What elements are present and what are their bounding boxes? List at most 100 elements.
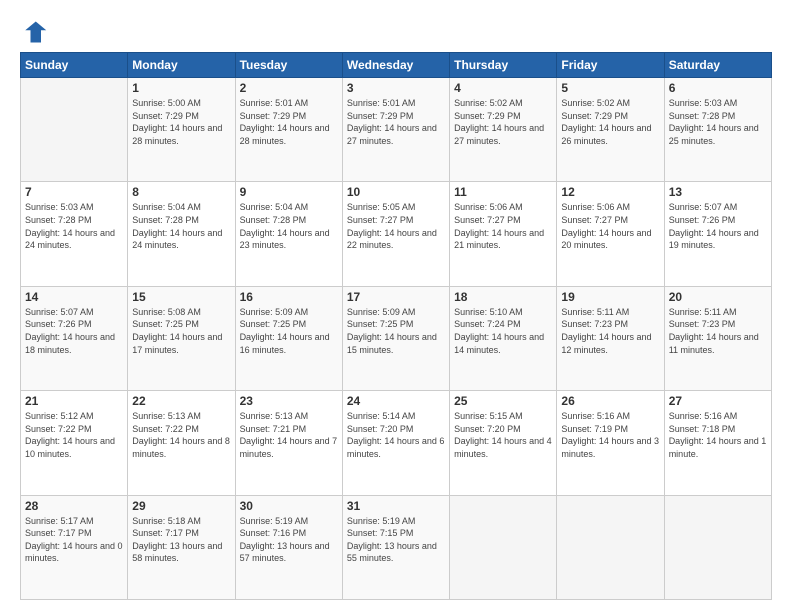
day-header-monday: Monday bbox=[128, 53, 235, 78]
calendar-cell: 16 Sunrise: 5:09 AMSunset: 7:25 PMDayligh… bbox=[235, 286, 342, 390]
day-info: Sunrise: 5:00 AMSunset: 7:29 PMDaylight:… bbox=[132, 97, 230, 147]
day-number: 31 bbox=[347, 499, 445, 513]
day-info: Sunrise: 5:03 AMSunset: 7:28 PMDaylight:… bbox=[669, 97, 767, 147]
calendar-cell bbox=[450, 495, 557, 599]
day-info: Sunrise: 5:13 AMSunset: 7:21 PMDaylight:… bbox=[240, 410, 338, 460]
day-info: Sunrise: 5:16 AMSunset: 7:19 PMDaylight:… bbox=[561, 410, 659, 460]
day-number: 1 bbox=[132, 81, 230, 95]
day-number: 28 bbox=[25, 499, 123, 513]
day-info: Sunrise: 5:08 AMSunset: 7:25 PMDaylight:… bbox=[132, 306, 230, 356]
day-info: Sunrise: 5:04 AMSunset: 7:28 PMDaylight:… bbox=[132, 201, 230, 251]
day-header-saturday: Saturday bbox=[664, 53, 771, 78]
day-info: Sunrise: 5:03 AMSunset: 7:28 PMDaylight:… bbox=[25, 201, 123, 251]
calendar-cell: 12 Sunrise: 5:06 AMSunset: 7:27 PMDayligh… bbox=[557, 182, 664, 286]
day-info: Sunrise: 5:09 AMSunset: 7:25 PMDaylight:… bbox=[347, 306, 445, 356]
calendar-week-1: 7 Sunrise: 5:03 AMSunset: 7:28 PMDaylight… bbox=[21, 182, 772, 286]
day-number: 7 bbox=[25, 185, 123, 199]
calendar-cell: 27 Sunrise: 5:16 AMSunset: 7:18 PMDayligh… bbox=[664, 391, 771, 495]
calendar-cell: 7 Sunrise: 5:03 AMSunset: 7:28 PMDaylight… bbox=[21, 182, 128, 286]
calendar-cell: 30 Sunrise: 5:19 AMSunset: 7:16 PMDayligh… bbox=[235, 495, 342, 599]
day-info: Sunrise: 5:18 AMSunset: 7:17 PMDaylight:… bbox=[132, 515, 230, 565]
calendar-cell: 18Sunrise: 5:10 AMSunset: 7:24 PMDayligh… bbox=[450, 286, 557, 390]
day-info: Sunrise: 5:11 AMSunset: 7:23 PMDaylight:… bbox=[669, 306, 767, 356]
calendar-cell bbox=[21, 78, 128, 182]
calendar-cell: 2 Sunrise: 5:01 AMSunset: 7:29 PMDaylight… bbox=[235, 78, 342, 182]
calendar-cell bbox=[557, 495, 664, 599]
day-number: 4 bbox=[454, 81, 552, 95]
day-number: 14 bbox=[25, 290, 123, 304]
calendar-header-row: SundayMondayTuesdayWednesdayThursdayFrid… bbox=[21, 53, 772, 78]
day-info: Sunrise: 5:09 AMSunset: 7:25 PMDaylight:… bbox=[240, 306, 338, 356]
day-number: 30 bbox=[240, 499, 338, 513]
calendar-week-4: 28Sunrise: 5:17 AMSunset: 7:17 PMDayligh… bbox=[21, 495, 772, 599]
calendar-cell: 22 Sunrise: 5:13 AMSunset: 7:22 PMDayligh… bbox=[128, 391, 235, 495]
day-number: 17 bbox=[347, 290, 445, 304]
day-info: Sunrise: 5:02 AMSunset: 7:29 PMDaylight:… bbox=[454, 97, 552, 147]
day-number: 8 bbox=[132, 185, 230, 199]
day-info: Sunrise: 5:01 AMSunset: 7:29 PMDaylight:… bbox=[347, 97, 445, 147]
calendar-cell: 5 Sunrise: 5:02 AMSunset: 7:29 PMDaylight… bbox=[557, 78, 664, 182]
day-number: 13 bbox=[669, 185, 767, 199]
day-number: 27 bbox=[669, 394, 767, 408]
day-info: Sunrise: 5:13 AMSunset: 7:22 PMDaylight:… bbox=[132, 410, 230, 460]
day-header-tuesday: Tuesday bbox=[235, 53, 342, 78]
page-header bbox=[20, 18, 772, 46]
calendar-cell: 9 Sunrise: 5:04 AMSunset: 7:28 PMDaylight… bbox=[235, 182, 342, 286]
day-number: 16 bbox=[240, 290, 338, 304]
day-number: 23 bbox=[240, 394, 338, 408]
calendar-cell: 29 Sunrise: 5:18 AMSunset: 7:17 PMDayligh… bbox=[128, 495, 235, 599]
calendar-cell: 20 Sunrise: 5:11 AMSunset: 7:23 PMDayligh… bbox=[664, 286, 771, 390]
day-info: Sunrise: 5:07 AMSunset: 7:26 PMDaylight:… bbox=[669, 201, 767, 251]
day-info: Sunrise: 5:02 AMSunset: 7:29 PMDaylight:… bbox=[561, 97, 659, 147]
day-info: Sunrise: 5:11 AMSunset: 7:23 PMDaylight:… bbox=[561, 306, 659, 356]
calendar-cell: 1 Sunrise: 5:00 AMSunset: 7:29 PMDaylight… bbox=[128, 78, 235, 182]
day-number: 22 bbox=[132, 394, 230, 408]
calendar-cell: 21 Sunrise: 5:12 AMSunset: 7:22 PMDayligh… bbox=[21, 391, 128, 495]
day-info: Sunrise: 5:16 AMSunset: 7:18 PMDaylight:… bbox=[669, 410, 767, 460]
day-number: 2 bbox=[240, 81, 338, 95]
logo bbox=[20, 18, 52, 46]
day-number: 6 bbox=[669, 81, 767, 95]
day-header-sunday: Sunday bbox=[21, 53, 128, 78]
day-info: Sunrise: 5:07 AMSunset: 7:26 PMDaylight:… bbox=[25, 306, 123, 356]
calendar-cell bbox=[664, 495, 771, 599]
calendar-cell: 3Sunrise: 5:01 AMSunset: 7:29 PMDaylight… bbox=[342, 78, 449, 182]
calendar-cell: 28Sunrise: 5:17 AMSunset: 7:17 PMDayligh… bbox=[21, 495, 128, 599]
day-info: Sunrise: 5:05 AMSunset: 7:27 PMDaylight:… bbox=[347, 201, 445, 251]
day-number: 19 bbox=[561, 290, 659, 304]
calendar-cell: 6 Sunrise: 5:03 AMSunset: 7:28 PMDaylight… bbox=[664, 78, 771, 182]
calendar-cell: 23 Sunrise: 5:13 AMSunset: 7:21 PMDayligh… bbox=[235, 391, 342, 495]
day-info: Sunrise: 5:04 AMSunset: 7:28 PMDaylight:… bbox=[240, 201, 338, 251]
day-number: 21 bbox=[25, 394, 123, 408]
day-number: 20 bbox=[669, 290, 767, 304]
calendar-week-0: 1 Sunrise: 5:00 AMSunset: 7:29 PMDaylight… bbox=[21, 78, 772, 182]
day-info: Sunrise: 5:14 AMSunset: 7:20 PMDaylight:… bbox=[347, 410, 445, 460]
day-info: Sunrise: 5:15 AMSunset: 7:20 PMDaylight:… bbox=[454, 410, 552, 460]
day-header-wednesday: Wednesday bbox=[342, 53, 449, 78]
day-info: Sunrise: 5:12 AMSunset: 7:22 PMDaylight:… bbox=[25, 410, 123, 460]
day-number: 26 bbox=[561, 394, 659, 408]
day-number: 9 bbox=[240, 185, 338, 199]
day-number: 5 bbox=[561, 81, 659, 95]
calendar-cell: 11 Sunrise: 5:06 AMSunset: 7:27 PMDayligh… bbox=[450, 182, 557, 286]
day-number: 10 bbox=[347, 185, 445, 199]
day-info: Sunrise: 5:10 AMSunset: 7:24 PMDaylight:… bbox=[454, 306, 552, 356]
day-number: 25 bbox=[454, 394, 552, 408]
day-info: Sunrise: 5:19 AMSunset: 7:15 PMDaylight:… bbox=[347, 515, 445, 565]
calendar-week-2: 14 Sunrise: 5:07 AMSunset: 7:26 PMDayligh… bbox=[21, 286, 772, 390]
calendar-cell: 26 Sunrise: 5:16 AMSunset: 7:19 PMDayligh… bbox=[557, 391, 664, 495]
day-number: 11 bbox=[454, 185, 552, 199]
calendar-cell: 31 Sunrise: 5:19 AMSunset: 7:15 PMDayligh… bbox=[342, 495, 449, 599]
day-number: 12 bbox=[561, 185, 659, 199]
calendar-cell: 8 Sunrise: 5:04 AMSunset: 7:28 PMDaylight… bbox=[128, 182, 235, 286]
day-info: Sunrise: 5:06 AMSunset: 7:27 PMDaylight:… bbox=[454, 201, 552, 251]
calendar-week-3: 21 Sunrise: 5:12 AMSunset: 7:22 PMDayligh… bbox=[21, 391, 772, 495]
day-info: Sunrise: 5:01 AMSunset: 7:29 PMDaylight:… bbox=[240, 97, 338, 147]
day-info: Sunrise: 5:19 AMSunset: 7:16 PMDaylight:… bbox=[240, 515, 338, 565]
calendar-cell: 17 Sunrise: 5:09 AMSunset: 7:25 PMDayligh… bbox=[342, 286, 449, 390]
day-number: 24 bbox=[347, 394, 445, 408]
day-number: 29 bbox=[132, 499, 230, 513]
logo-icon bbox=[20, 18, 48, 46]
day-info: Sunrise: 5:06 AMSunset: 7:27 PMDaylight:… bbox=[561, 201, 659, 251]
calendar-cell: 13 Sunrise: 5:07 AMSunset: 7:26 PMDayligh… bbox=[664, 182, 771, 286]
